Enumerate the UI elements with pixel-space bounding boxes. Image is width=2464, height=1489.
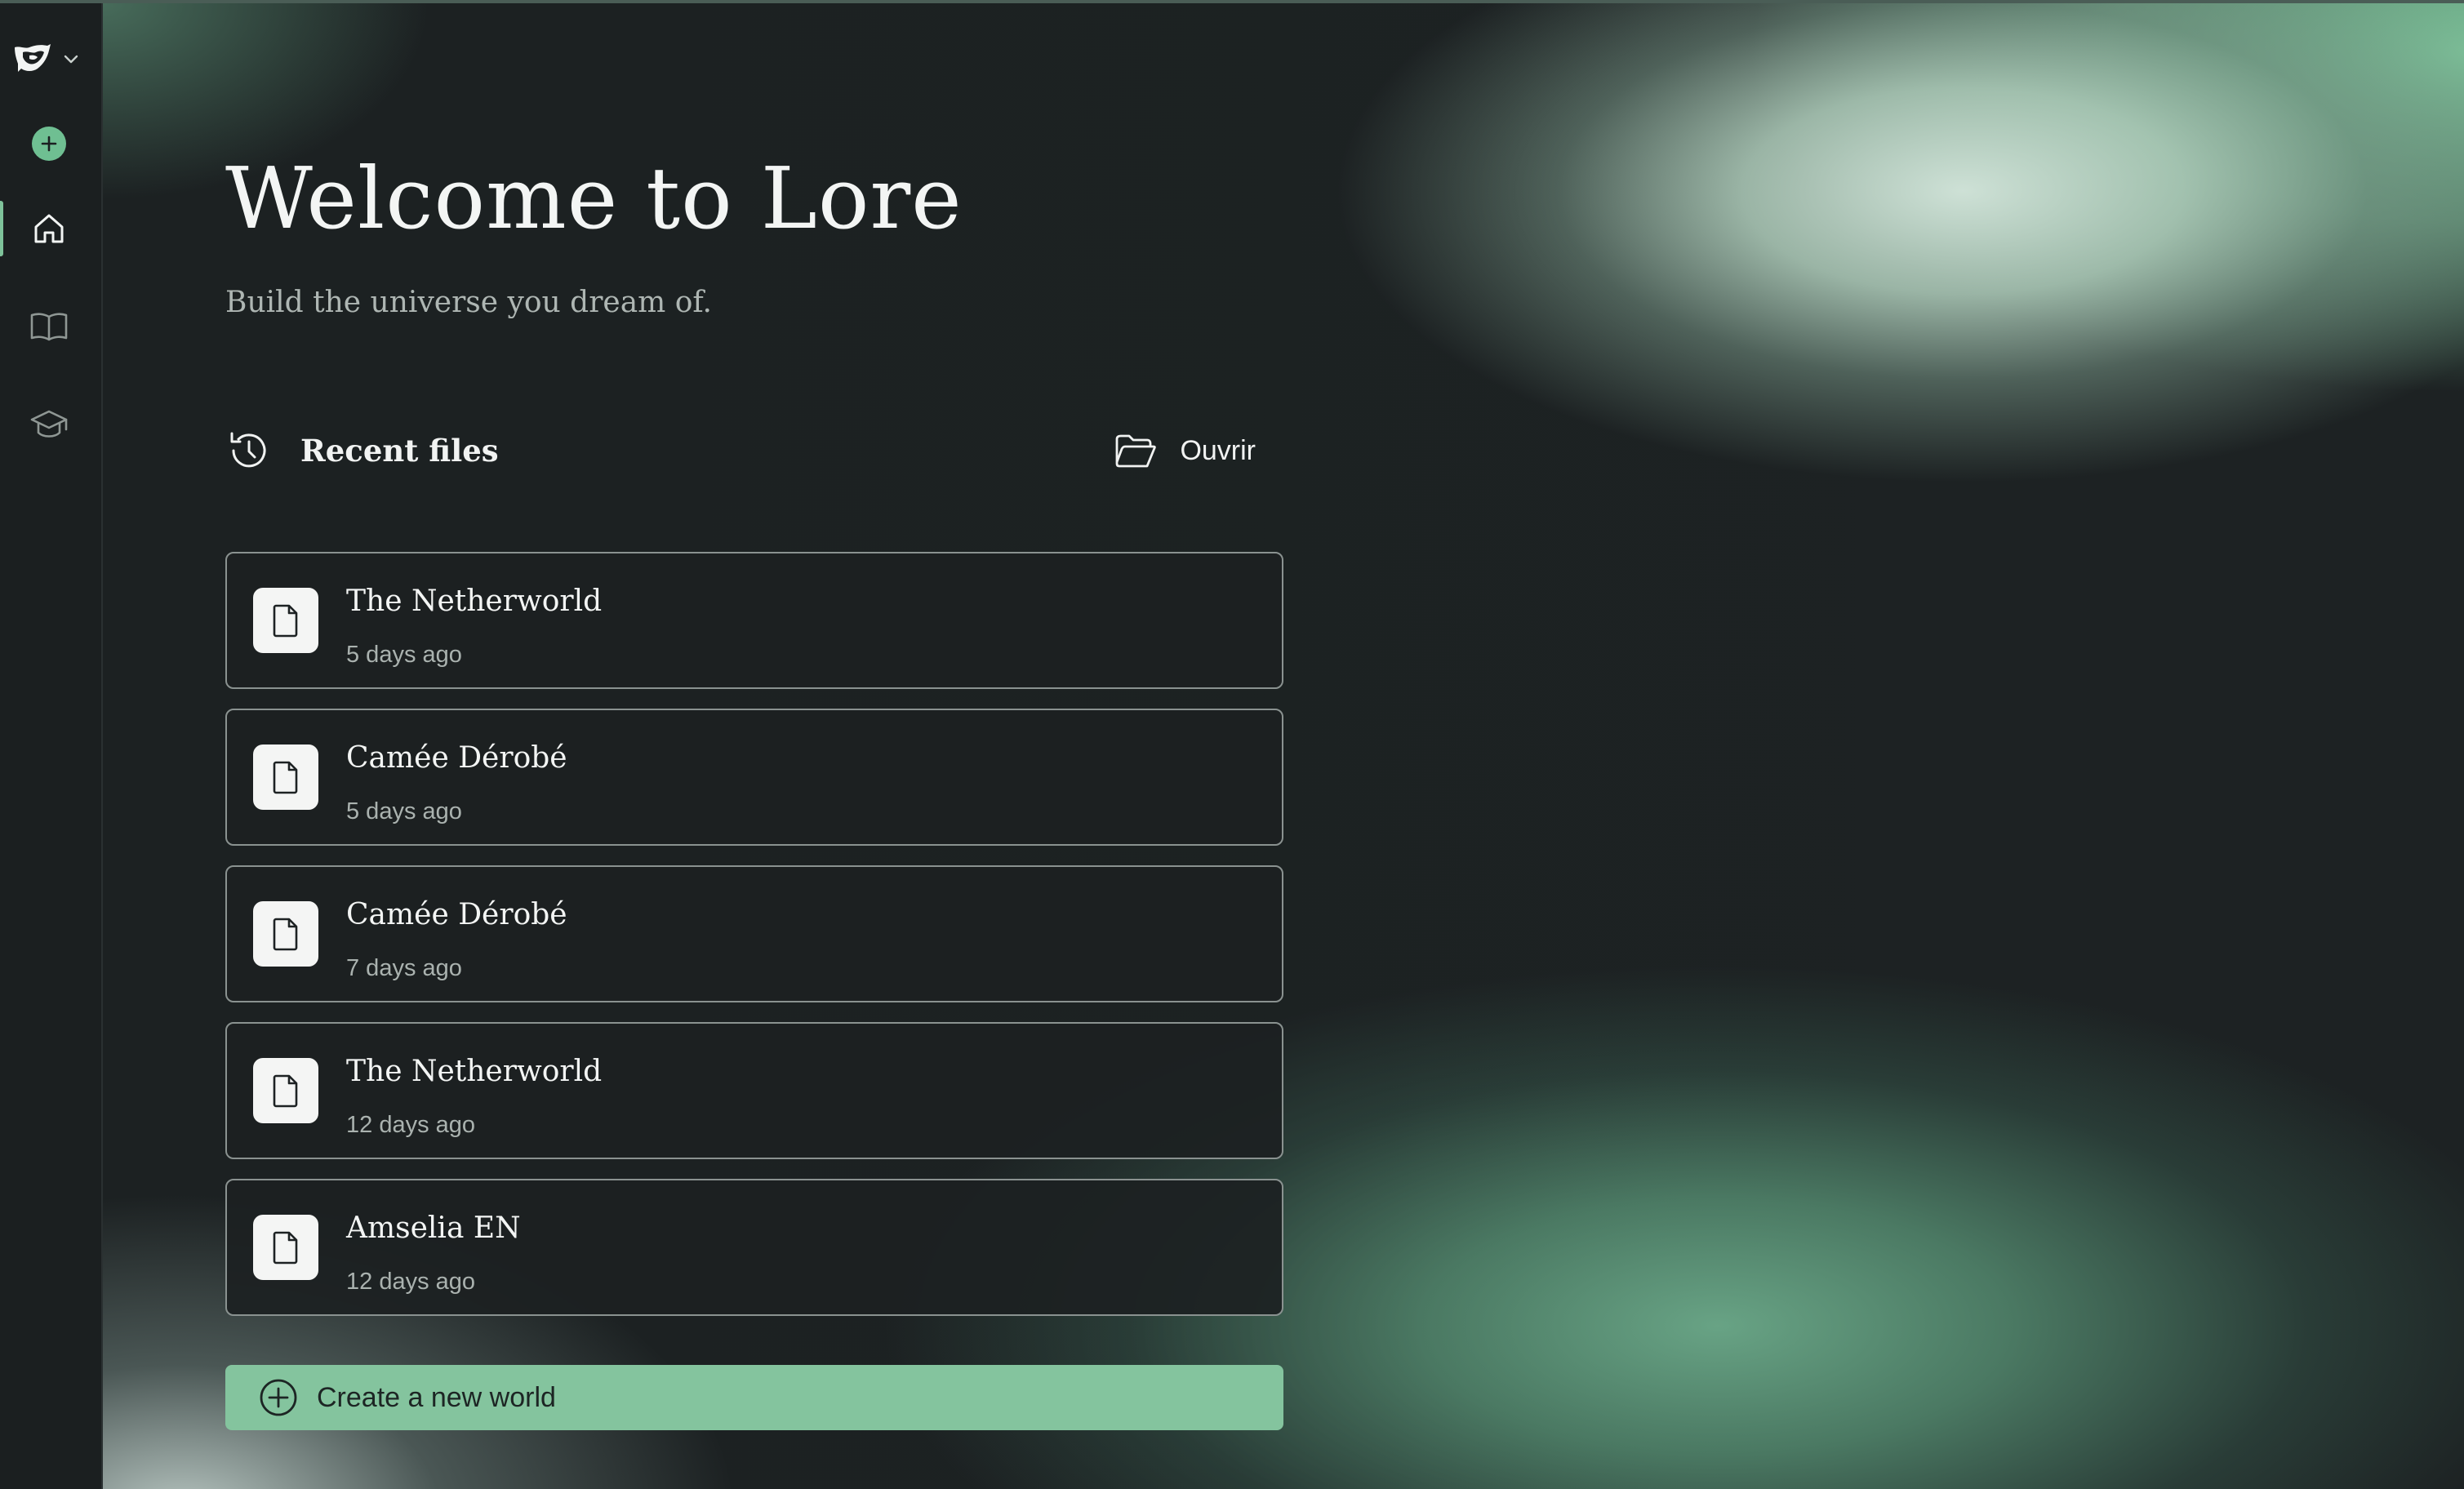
- file-modified-time: 5 days ago: [346, 642, 462, 668]
- plus-circle-icon: [32, 127, 66, 161]
- sidebar-item-learn[interactable]: [0, 392, 98, 457]
- lore-logo-icon: [15, 44, 51, 72]
- create-new-world-button[interactable]: Create a new world: [225, 1365, 1283, 1430]
- plus-circle-icon: [260, 1379, 297, 1416]
- recent-file-item[interactable]: Camée Dérobé 7 days ago: [225, 865, 1283, 1002]
- chevron-down-icon: [64, 55, 78, 64]
- file-modified-time: 7 days ago: [346, 955, 462, 981]
- recent-file-item[interactable]: The Netherworld 5 days ago: [225, 552, 1283, 689]
- document-icon: [253, 1215, 318, 1280]
- recent-files-list: The Netherworld 5 days ago Camée Dérobé …: [225, 552, 1283, 1336]
- window-top-edge: [0, 0, 2464, 3]
- recent-files-header: Recent files Ouvrir: [225, 424, 1283, 477]
- file-name: Camée Dérobé: [346, 898, 567, 931]
- page-subtitle: Build the universe you dream of.: [225, 286, 712, 319]
- workspace-switcher[interactable]: [11, 39, 90, 78]
- sidebar-item-library[interactable]: [0, 294, 98, 359]
- document-icon: [253, 901, 318, 967]
- sidebar-item-home[interactable]: [0, 196, 98, 261]
- recent-files-title: Recent files: [225, 424, 499, 477]
- page-title: Welcome to Lore: [225, 149, 963, 248]
- document-icon: [253, 744, 318, 810]
- recent-files-label: Recent files: [300, 433, 499, 469]
- create-new-world-label: Create a new world: [317, 1381, 556, 1413]
- graduation-cap-icon: [30, 410, 68, 438]
- main-content: Welcome to Lore Build the universe you d…: [101, 3, 2464, 1489]
- file-modified-time: 12 days ago: [346, 1269, 476, 1295]
- open-button[interactable]: Ouvrir: [1114, 424, 1256, 477]
- recent-file-item[interactable]: Camée Dérobé 5 days ago: [225, 709, 1283, 846]
- file-modified-time: 12 days ago: [346, 1112, 476, 1138]
- file-name: Camée Dérobé: [346, 741, 567, 775]
- home-icon: [34, 214, 64, 243]
- file-name: The Netherworld: [346, 584, 603, 618]
- history-icon: [230, 432, 266, 468]
- file-modified-time: 5 days ago: [346, 798, 462, 825]
- recent-file-item[interactable]: The Netherworld 12 days ago: [225, 1022, 1283, 1159]
- sidebar: [0, 0, 103, 1489]
- file-name: Amselia EN: [346, 1211, 521, 1245]
- new-item-button[interactable]: [0, 111, 98, 176]
- open-button-label: Ouvrir: [1180, 434, 1256, 466]
- document-icon: [253, 1058, 318, 1123]
- document-icon: [253, 588, 318, 653]
- file-name: The Netherworld: [346, 1055, 603, 1088]
- book-icon: [30, 313, 68, 341]
- recent-file-item[interactable]: Amselia EN 12 days ago: [225, 1179, 1283, 1316]
- folder-open-icon: [1116, 434, 1157, 468]
